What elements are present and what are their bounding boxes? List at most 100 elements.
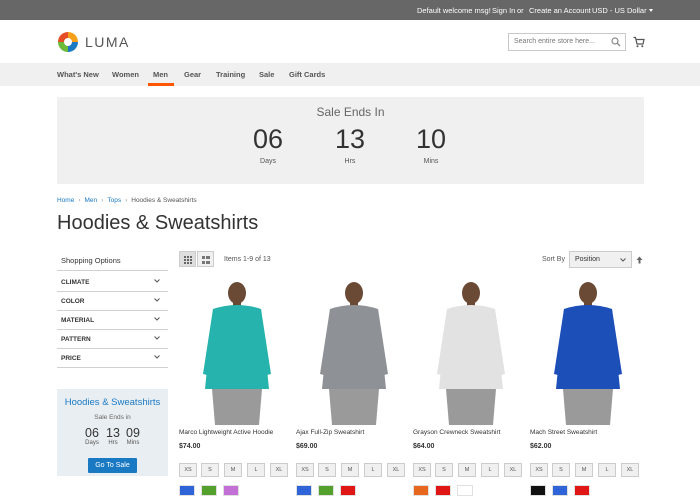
main-navigation: What's New Women Men Gear Training Sale … [0, 63, 700, 86]
sort-select[interactable]: Position [569, 251, 632, 268]
chevron-down-icon [648, 9, 653, 12]
nav-item-training[interactable]: Training [216, 70, 245, 79]
color-swatch[interactable] [457, 485, 473, 496]
currency-label: USD - US Dollar [592, 6, 647, 15]
promo-minutes-label: Mins [126, 440, 140, 446]
color-swatch[interactable] [318, 485, 334, 496]
size-option-l[interactable]: L [247, 463, 265, 477]
color-swatch[interactable] [223, 485, 239, 496]
sort-by-label: Sort By [542, 256, 565, 263]
color-swatch[interactable] [201, 485, 217, 496]
product-name[interactable]: Grayson Crewneck Sweatshirt [413, 429, 500, 436]
sale-promo-block: Hoodies & Sweatshirts Sale Ends in 06 Da… [57, 389, 168, 476]
grid-view-button[interactable] [179, 251, 196, 267]
logo-text[interactable]: LUMA [85, 34, 130, 50]
size-option-s[interactable]: S [552, 463, 570, 477]
luma-logo-icon[interactable] [57, 31, 79, 53]
nav-item-men[interactable]: Men [153, 70, 168, 79]
size-option-l[interactable]: L [598, 463, 616, 477]
shopping-options-heading: Shopping Options [57, 250, 168, 271]
product-name[interactable]: Mach Street Sweatshirt [530, 429, 597, 436]
product-item[interactable]: Mach Street Sweatshirt $62.00 XS S M L XL [530, 279, 646, 503]
sign-in-link[interactable]: Sign In [492, 6, 515, 15]
product-image[interactable] [179, 279, 295, 425]
sort-direction-arrow-icon[interactable] [636, 256, 643, 264]
promo-title[interactable]: Hoodies & Sweatshirts [57, 397, 168, 408]
nav-item-women[interactable]: Women [112, 70, 139, 79]
nav-item-sale[interactable]: Sale [259, 70, 274, 79]
chevron-down-icon [154, 336, 160, 340]
nav-item-whats-new[interactable]: What's New [57, 70, 99, 79]
grid-icon [184, 256, 192, 264]
filter-climate[interactable]: CLIMATE [57, 273, 168, 292]
sale-banner[interactable]: Sale Ends In 06 Days 13 Hrs 10 Mins [57, 97, 644, 184]
product-item[interactable]: Ajax Full-Zip Sweatshirt $69.00 XS S M L XL [296, 279, 412, 503]
product-price: $74.00 [179, 443, 201, 450]
top-bar: Default welcome msg! Sign In or Create a… [0, 0, 700, 20]
product-image[interactable] [530, 279, 646, 425]
search-icon[interactable] [611, 37, 621, 47]
chevron-down-icon [154, 279, 160, 283]
list-view-button[interactable] [197, 251, 214, 267]
size-option-m[interactable]: M [341, 463, 359, 477]
size-option-m[interactable]: M [224, 463, 242, 477]
filter-color[interactable]: COLOR [57, 292, 168, 311]
size-option-xl[interactable]: XL [504, 463, 522, 477]
size-option-xs[interactable]: XS [530, 463, 548, 477]
size-option-s[interactable]: S [435, 463, 453, 477]
product-item[interactable]: Marco Lightweight Active Hoodie $74.00 X… [179, 279, 295, 503]
color-swatch[interactable] [435, 485, 451, 496]
filter-pattern[interactable]: PATTERN [57, 330, 168, 349]
promo-subtitle: Sale Ends in [94, 414, 131, 421]
size-option-xs[interactable]: XS [179, 463, 197, 477]
items-count: Items 1-9 of 13 [224, 256, 271, 263]
color-swatch[interactable] [530, 485, 546, 496]
nav-item-gift-cards[interactable]: Gift Cards [289, 70, 325, 79]
color-swatch[interactable] [552, 485, 568, 496]
size-option-s[interactable]: S [201, 463, 219, 477]
breadcrumb-home[interactable]: Home [57, 197, 74, 204]
product-item[interactable]: Grayson Crewneck Sweatshirt $64.00 XS S M L… [413, 279, 529, 503]
filter-label: PATTERN [61, 336, 91, 343]
color-swatch[interactable] [179, 485, 195, 496]
product-image[interactable] [296, 279, 412, 425]
active-nav-indicator [148, 83, 174, 86]
chevron-down-icon [154, 298, 160, 302]
size-option-xl[interactable]: XL [270, 463, 288, 477]
welcome-message: Default welcome msg! [417, 6, 491, 15]
currency-switcher[interactable]: USD - US Dollar [592, 6, 653, 15]
size-option-s[interactable]: S [318, 463, 336, 477]
filter-label: MATERIAL [61, 317, 95, 324]
size-option-m[interactable]: M [575, 463, 593, 477]
product-image[interactable] [413, 279, 529, 425]
filter-label: COLOR [61, 298, 85, 305]
color-swatch[interactable] [413, 485, 429, 496]
color-swatch[interactable] [340, 485, 356, 496]
chevron-down-icon [620, 258, 626, 262]
size-option-xs[interactable]: XS [296, 463, 314, 477]
countdown-days-label: Days [260, 158, 276, 165]
filter-price[interactable]: PRICE [57, 349, 168, 368]
countdown-hours: 13 Hrs [320, 124, 380, 165]
product-price: $62.00 [530, 443, 552, 450]
product-name[interactable]: Ajax Full-Zip Sweatshirt [296, 429, 364, 436]
size-option-xs[interactable]: XS [413, 463, 431, 477]
size-option-xl[interactable]: XL [387, 463, 405, 477]
color-swatch[interactable] [574, 485, 590, 496]
size-option-m[interactable]: M [458, 463, 476, 477]
promo-countdown-minutes: 09 Mins [121, 426, 145, 446]
breadcrumb-men[interactable]: Men [85, 197, 98, 204]
nav-item-gear[interactable]: Gear [184, 70, 201, 79]
size-option-l[interactable]: L [481, 463, 499, 477]
chevron-down-icon [154, 355, 160, 359]
go-to-sale-button[interactable]: Go To Sale [88, 458, 137, 473]
color-swatch[interactable] [296, 485, 312, 496]
product-name[interactable]: Marco Lightweight Active Hoodie [179, 429, 273, 436]
create-account-link[interactable]: Create an Account [529, 6, 591, 15]
search-input[interactable]: Search entire store here... [508, 33, 626, 51]
size-option-xl[interactable]: XL [621, 463, 639, 477]
cart-icon[interactable] [633, 36, 645, 48]
breadcrumb-tops[interactable]: Tops [107, 197, 121, 204]
size-option-l[interactable]: L [364, 463, 382, 477]
filter-material[interactable]: MATERIAL [57, 311, 168, 330]
